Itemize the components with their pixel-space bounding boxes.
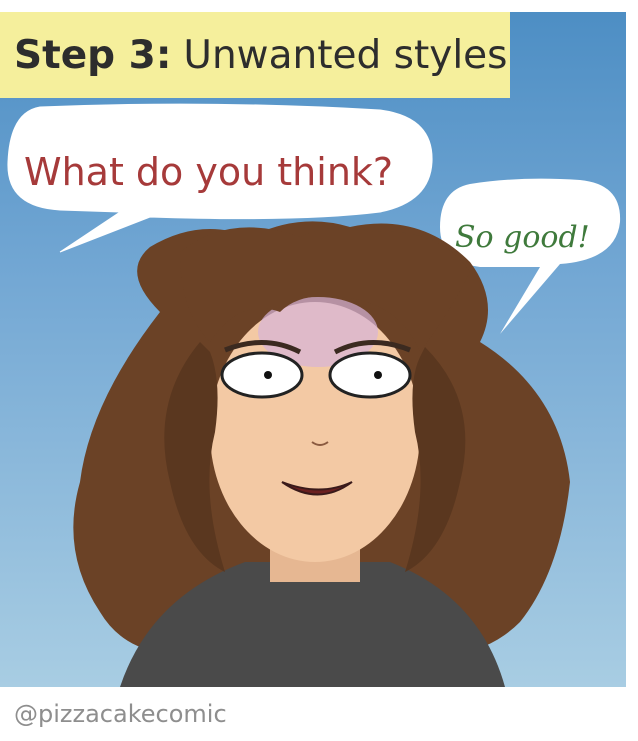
caption-box: Step 3: Unwanted styles <box>0 12 510 98</box>
caption-title: Unwanted styles <box>183 32 508 78</box>
speech-text-what-do-you-think: What do you think? <box>24 150 394 194</box>
left-pupil <box>264 371 272 379</box>
caption-step: Step 3: <box>14 32 172 78</box>
footer-handle: @pizzacakecomic <box>14 700 227 728</box>
right-eye <box>328 351 412 399</box>
speech-text-so-good: So good! <box>455 220 590 255</box>
comic-panel: Step 3: Unwanted styles What do you thin… <box>0 12 626 687</box>
comic-illustration <box>7 103 621 687</box>
left-eye <box>220 351 304 399</box>
right-pupil <box>374 371 382 379</box>
